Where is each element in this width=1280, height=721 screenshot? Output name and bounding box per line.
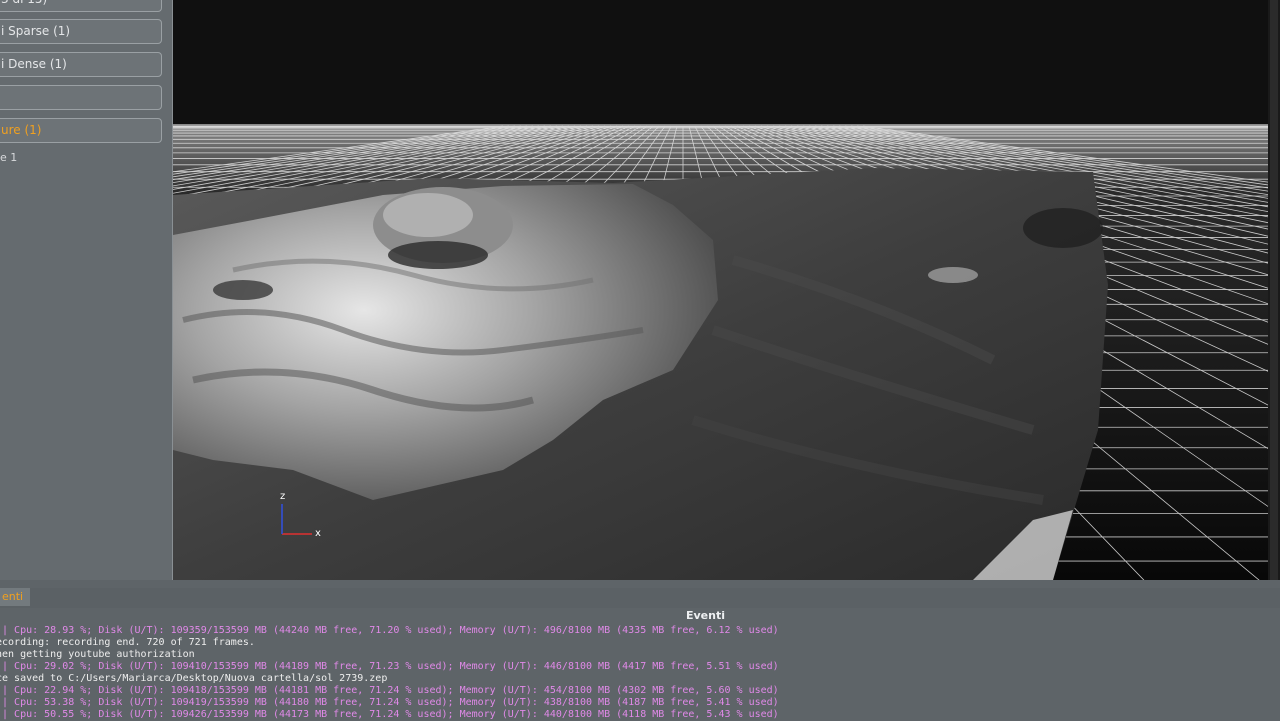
log-line: | Cpu: 50.55 %; Disk (U/T): 109426/15359… xyxy=(0,709,779,720)
log-line: hen getting youtube authorization xyxy=(0,649,195,660)
log-line: ecording: recording end. 720 of 721 fram… xyxy=(0,637,255,648)
events-title: Eventi xyxy=(686,609,726,622)
log-line: | Cpu: 28.93 %; Disk (U/T): 109359/15359… xyxy=(0,625,779,636)
panel-item-dense-point-clouds[interactable]: i Dense (1) xyxy=(0,52,162,77)
panel-sub-item[interactable]: e 1 xyxy=(0,151,17,164)
events-log[interactable]: | Cpu: 28.93 %; Disk (U/T): 109359/15359… xyxy=(0,623,1280,720)
tab-events[interactable]: enti xyxy=(0,588,30,606)
panel-item-cameras[interactable]: 3 di 15) xyxy=(0,0,162,12)
axis-x-label: x xyxy=(315,528,321,539)
log-line: ce saved to C:/Users/Mariarca/Desktop/Nu… xyxy=(0,673,388,684)
axis-z-label: z xyxy=(280,491,285,502)
terrain-mesh xyxy=(173,168,1108,580)
events-tab-bar xyxy=(0,588,1280,608)
viewport-scrollbar[interactable] xyxy=(1268,0,1280,580)
log-line: | Cpu: 22.94 %; Disk (U/T): 109418/15359… xyxy=(0,685,779,696)
workspace-panel: 3 di 15) i Sparse (1) i Dense (1) ure (1… xyxy=(0,0,172,580)
panel-item-textured-meshes[interactable]: ure (1) xyxy=(0,118,162,143)
viewport-scene[interactable]: z x xyxy=(173,0,1268,580)
3d-viewport[interactable]: z x xyxy=(172,0,1268,580)
log-line: | Cpu: 29.02 %; Disk (U/T): 109410/15359… xyxy=(0,661,779,672)
panel-item-meshes[interactable] xyxy=(0,85,162,110)
panel-item-sparse-point-clouds[interactable]: i Sparse (1) xyxy=(0,19,162,44)
log-line: | Cpu: 53.38 %; Disk (U/T): 109419/15359… xyxy=(0,697,779,708)
